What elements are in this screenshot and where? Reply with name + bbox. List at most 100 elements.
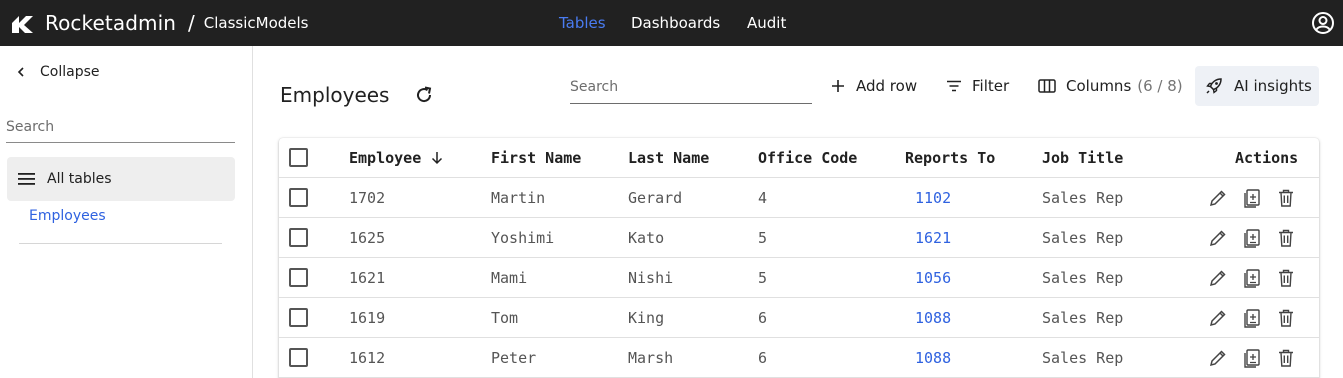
cell-employee: 1702 bbox=[349, 189, 386, 207]
row-checkbox[interactable] bbox=[289, 228, 308, 247]
edit-icon[interactable] bbox=[1208, 268, 1228, 288]
cell-office-code: 5 bbox=[758, 269, 768, 287]
row-actions bbox=[1209, 258, 1296, 298]
table-search-input[interactable] bbox=[570, 70, 812, 104]
cell-last-name: King bbox=[628, 309, 665, 327]
column-header-last-name[interactable]: Last Name bbox=[628, 138, 709, 178]
cell-reports-to: 1621 bbox=[905, 218, 951, 258]
delete-icon[interactable] bbox=[1276, 348, 1296, 368]
column-header-first-name[interactable]: First Name bbox=[491, 138, 581, 178]
cell-office-code: 6 bbox=[758, 309, 768, 327]
duplicate-icon[interactable] bbox=[1242, 308, 1262, 328]
column-header-reports-to[interactable]: Reports To bbox=[905, 138, 995, 178]
edit-icon[interactable] bbox=[1208, 308, 1228, 328]
brand-name: Rocketadmin bbox=[45, 11, 177, 35]
breadcrumb-separator: / bbox=[188, 11, 195, 35]
table-row[interactable]: 1702 Martin Gerard 4 1102 Sales Rep bbox=[279, 178, 1319, 218]
row-actions bbox=[1209, 338, 1296, 378]
sidebar-item-employees[interactable]: Employees bbox=[29, 208, 106, 224]
table-header-row: Employee First Name Last Name Office Cod… bbox=[279, 138, 1319, 178]
cell-reports-to: 1056 bbox=[905, 258, 951, 298]
row-actions bbox=[1209, 178, 1296, 218]
table-row[interactable]: 1621 Mami Nishi 5 1056 Sales Rep bbox=[279, 258, 1319, 298]
column-header-job-title[interactable]: Job Title bbox=[1042, 138, 1123, 178]
database-name[interactable]: ClassicModels bbox=[204, 14, 309, 32]
nav-audit-label[interactable]: Audit bbox=[747, 14, 786, 32]
nav-tables-label[interactable]: Tables bbox=[559, 14, 606, 32]
table-row[interactable]: 1625 Yoshimi Kato 5 1621 Sales Rep bbox=[279, 218, 1319, 258]
collapse-button[interactable]: Collapse bbox=[14, 64, 100, 80]
ai-insights-label: AI insights bbox=[1234, 77, 1312, 95]
reports-to-link[interactable]: 1056 bbox=[915, 269, 951, 287]
menu-icon bbox=[18, 173, 35, 185]
nav-tables[interactable]: Tables bbox=[559, 0, 606, 46]
duplicate-icon[interactable] bbox=[1242, 348, 1262, 368]
duplicate-icon[interactable] bbox=[1242, 188, 1262, 208]
nav-dashboards[interactable]: Dashboards bbox=[631, 0, 720, 46]
brand[interactable]: Rocketadmin / ClassicModels bbox=[8, 9, 309, 37]
cell-employee: 1619 bbox=[349, 309, 386, 327]
cell-office-code: 5 bbox=[758, 229, 768, 247]
filter-button[interactable]: Filter bbox=[946, 66, 1009, 106]
columns-icon bbox=[1038, 79, 1056, 93]
row-actions bbox=[1209, 218, 1296, 258]
ai-insights-button[interactable]: AI insights bbox=[1195, 66, 1319, 106]
column-header-office-code[interactable]: Office Code bbox=[758, 138, 857, 178]
cell-office-code: 4 bbox=[758, 189, 768, 207]
duplicate-icon[interactable] bbox=[1242, 268, 1262, 288]
cell-first-name: Peter bbox=[491, 349, 537, 367]
delete-icon[interactable] bbox=[1276, 188, 1296, 208]
cell-last-name: Kato bbox=[628, 229, 665, 247]
edit-icon[interactable] bbox=[1208, 348, 1228, 368]
top-bar: Rocketadmin / ClassicModels Tables Dashb… bbox=[0, 0, 1343, 46]
cell-employee: 1625 bbox=[349, 229, 386, 247]
delete-icon[interactable] bbox=[1276, 228, 1296, 248]
table-row[interactable]: 1612 Peter Marsh 6 1088 Sales Rep bbox=[279, 338, 1319, 378]
page-title: Employees bbox=[280, 83, 390, 107]
duplicate-icon[interactable] bbox=[1242, 228, 1262, 248]
row-actions bbox=[1209, 298, 1296, 338]
delete-icon[interactable] bbox=[1276, 268, 1296, 288]
select-all-checkbox[interactable] bbox=[289, 148, 308, 167]
cell-first-name: Yoshimi bbox=[491, 229, 555, 247]
cell-employee: 1612 bbox=[349, 349, 386, 367]
cell-reports-to: 1102 bbox=[905, 178, 951, 218]
refresh-icon[interactable] bbox=[414, 85, 434, 105]
column-header-actions: Actions bbox=[1235, 149, 1299, 167]
plus-icon bbox=[832, 80, 844, 92]
columns-button[interactable]: Columns (6 / 8) bbox=[1038, 66, 1183, 106]
filter-label: Filter bbox=[972, 77, 1010, 95]
arrow-down-icon[interactable] bbox=[429, 150, 445, 166]
row-checkbox[interactable] bbox=[289, 268, 308, 287]
cell-job-title: Sales Rep bbox=[1042, 349, 1124, 367]
cell-job-title: Sales Rep bbox=[1042, 269, 1124, 287]
edit-icon[interactable] bbox=[1208, 188, 1228, 208]
reports-to-link[interactable]: 1088 bbox=[915, 309, 951, 327]
employees-table: Employee First Name Last Name Office Cod… bbox=[279, 138, 1319, 378]
table-row[interactable]: 1619 Tom King 6 1088 Sales Rep bbox=[279, 298, 1319, 338]
column-header-employee[interactable]: Employee bbox=[349, 138, 445, 178]
sidebar-search-input[interactable] bbox=[6, 108, 235, 143]
reports-to-link[interactable]: 1102 bbox=[915, 189, 951, 207]
all-tables-label: All tables bbox=[47, 171, 112, 187]
nav-dashboards-label[interactable]: Dashboards bbox=[631, 14, 720, 32]
all-tables-item[interactable]: All tables bbox=[7, 157, 235, 201]
nav-audit[interactable]: Audit bbox=[747, 0, 786, 46]
edit-icon[interactable] bbox=[1208, 228, 1228, 248]
row-checkbox[interactable] bbox=[289, 308, 308, 327]
row-checkbox[interactable] bbox=[289, 188, 308, 207]
column-header-employee-label: Employee bbox=[349, 149, 422, 167]
add-row-label: Add row bbox=[856, 77, 918, 95]
delete-icon[interactable] bbox=[1276, 308, 1296, 328]
columns-label: Columns bbox=[1066, 77, 1132, 95]
cell-last-name: Gerard bbox=[628, 189, 683, 207]
cell-first-name: Martin bbox=[491, 189, 546, 207]
row-checkbox[interactable] bbox=[289, 348, 308, 367]
cell-first-name: Mami bbox=[491, 269, 528, 287]
account-icon[interactable] bbox=[1311, 11, 1335, 35]
reports-to-link[interactable]: 1088 bbox=[915, 349, 951, 367]
reports-to-link[interactable]: 1621 bbox=[915, 229, 951, 247]
add-row-button[interactable]: Add row bbox=[830, 66, 917, 106]
cell-reports-to: 1088 bbox=[905, 338, 951, 378]
sidebar-divider bbox=[19, 243, 222, 244]
